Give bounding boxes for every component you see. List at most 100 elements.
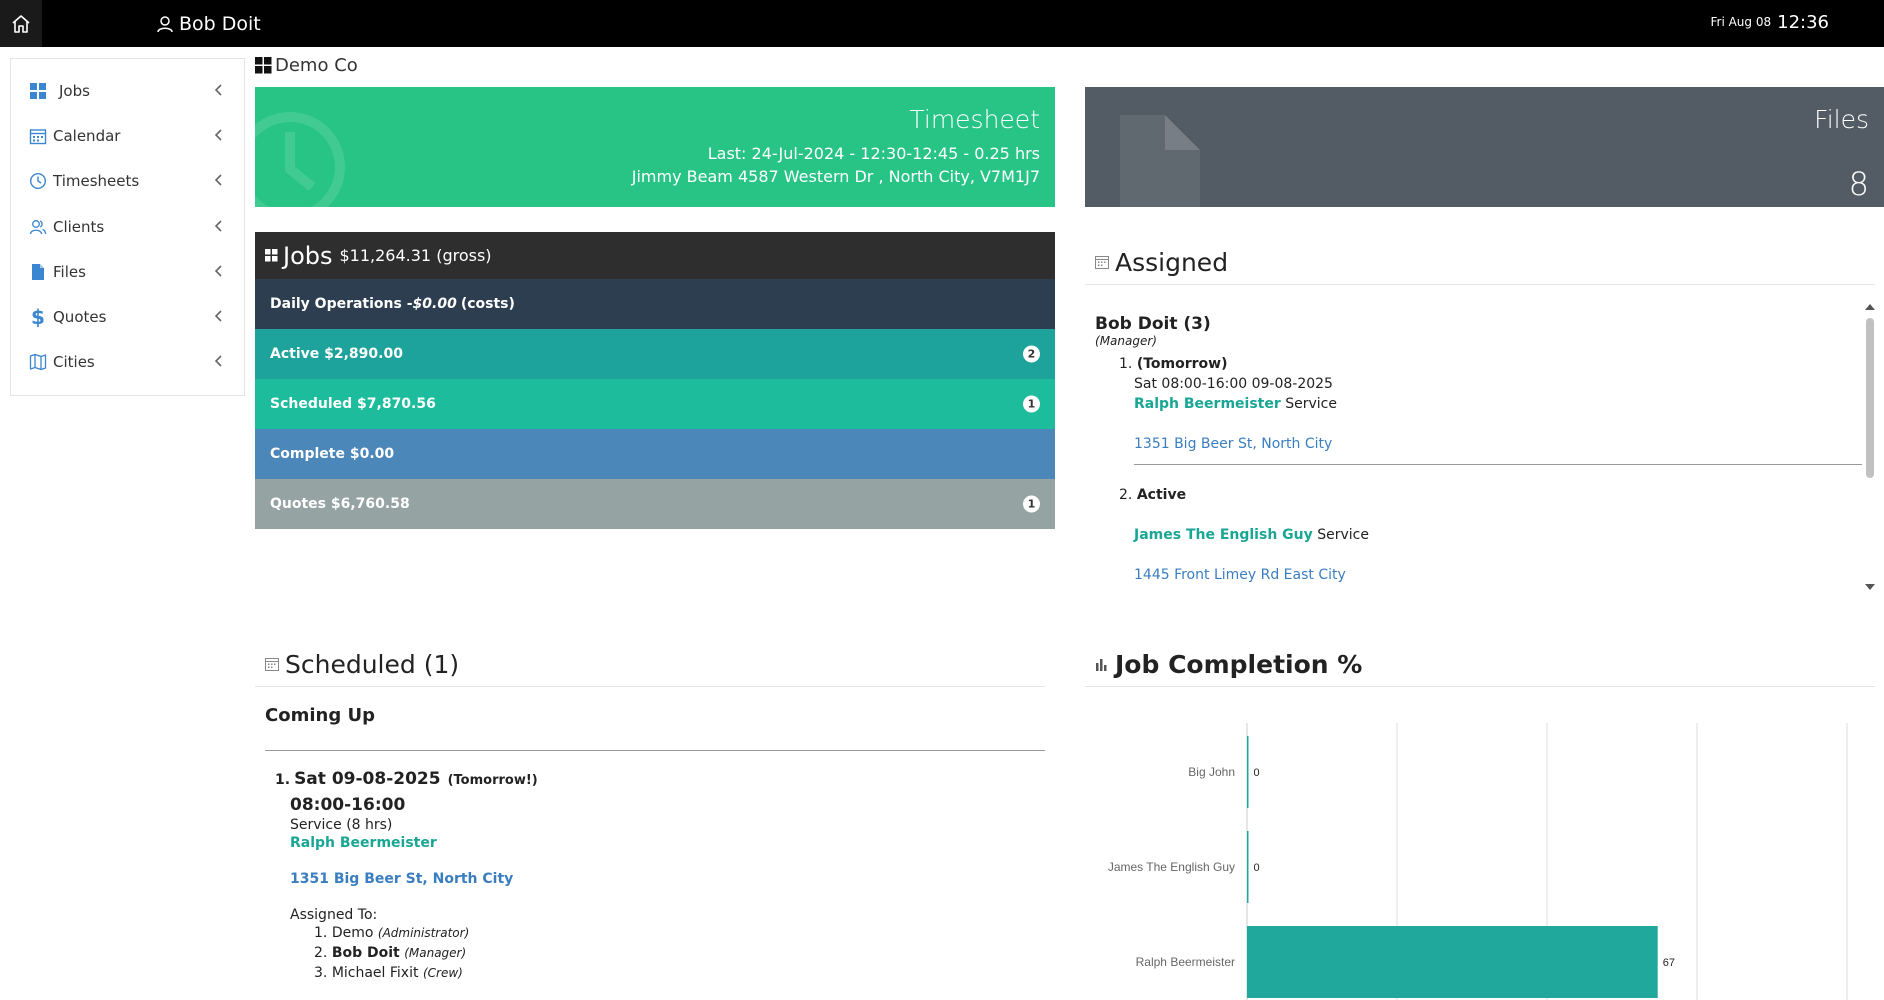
assigned-list[interactable]: Bob Doit (3) (Manager) 1. (Tomorrow) Sat… [1095, 302, 1875, 592]
calendar-icon [1095, 256, 1109, 269]
client-link[interactable]: Ralph Beermeister [290, 835, 1045, 851]
job-row-label: Quotes $6,760.58 [270, 496, 410, 512]
files-card[interactable]: Files 8 [1085, 87, 1884, 207]
job-row-label: Scheduled $7,870.56 [270, 396, 436, 412]
job-row-complete[interactable]: Complete $0.00 [255, 429, 1055, 479]
company-name: Demo Co [275, 55, 358, 76]
dashboard-icon [255, 57, 272, 74]
client-link[interactable]: James The English Guy [1134, 527, 1313, 543]
scheduled-service: Service (8 hrs) [290, 817, 393, 833]
job-row-active[interactable]: Active $2,890.00 2 [255, 329, 1055, 379]
sidebar-item-label: Jobs [59, 81, 90, 100]
item-number: 1. [275, 772, 291, 788]
scheduled-section: Scheduled (1) Coming Up 1. Sat 09-08-202… [255, 642, 1045, 983]
sidebar-item-label: Quotes [53, 308, 107, 327]
sidebar-item-calendar[interactable]: Calendar [11, 113, 244, 158]
item-status: Active [1136, 487, 1187, 503]
sidebar-item-label: Timesheets [53, 172, 140, 191]
chevron-left-icon [214, 308, 224, 326]
sidebar-item-label: Files [53, 262, 86, 281]
clock-watermark-icon [255, 112, 345, 207]
person-role: (Manager) [1095, 334, 1157, 348]
daily-ops-label: Daily Operations - [270, 296, 413, 312]
sidebar-item-label: Clients [53, 217, 105, 236]
completion-title: Job Completion % [1115, 649, 1363, 679]
files-title: Files [1814, 105, 1869, 134]
chart-bar[interactable] [1247, 736, 1249, 808]
address-link[interactable]: 1445 Front Limey Rd East City [1134, 567, 1346, 583]
scheduled-title: Scheduled (1) [285, 649, 460, 679]
clock: Fri Aug 08 12:36 [1710, 0, 1829, 44]
timesheet-card[interactable]: Timesheet Last: 24-Jul-2024 - 12:30-12:4… [255, 87, 1055, 207]
assignee-role-text: Administrator [382, 926, 465, 940]
assignee-role-text: Manager [408, 946, 462, 960]
completion-section: Job Completion % [1085, 642, 1875, 687]
jobs-header: Jobs $11,264.31 (gross) [255, 232, 1055, 279]
scroll-down-icon[interactable] [1865, 584, 1875, 590]
completion-chart: Big John 0 James The English Guy 0 Ralph Bee… [1108, 723, 1848, 1000]
files-count: 8 [1848, 165, 1869, 203]
sidebar-item-timesheets[interactable]: Timesheets [11, 159, 244, 204]
person-name: Bob Doit (3) [1095, 314, 1211, 334]
chart-value-label: 0 [1254, 862, 1260, 874]
dollar-icon: $ [31, 305, 45, 330]
job-row-daily-operations[interactable]: Daily Operations - $0.00 (costs) [255, 279, 1055, 329]
address-link[interactable]: 1351 Big Beer St, North City [290, 871, 1045, 887]
clock-icon [29, 172, 47, 190]
job-row-scheduled[interactable]: Scheduled $7,870.56 1 [255, 379, 1055, 429]
item-number: 1. [1119, 356, 1133, 372]
chart-category-label: Big John [1188, 765, 1235, 779]
clock-time: 12:36 [1777, 11, 1829, 33]
completion-header: Job Completion % [1085, 642, 1875, 687]
assignee-number: 2. [314, 945, 328, 961]
user-menu[interactable]: Bob Doit [156, 0, 261, 47]
count-badge: 2 [1023, 345, 1040, 363]
scroll-thumb[interactable] [1866, 318, 1874, 478]
assigned-scrollbar[interactable] [1863, 302, 1875, 592]
count-badge: 1 [1023, 395, 1040, 413]
chart-bar[interactable] [1247, 926, 1658, 998]
chart-category-label: Ralph Beermeister [1136, 955, 1235, 969]
jobs-gross: $11,264.31 (gross) [339, 246, 492, 265]
home-button[interactable] [0, 0, 42, 47]
person-role-text: Manager [1099, 334, 1153, 348]
sidebar-item-jobs[interactable]: Jobs [11, 68, 244, 113]
clock-date: Fri Aug 08 [1710, 15, 1772, 29]
assigned-header: Assigned [1085, 240, 1875, 285]
daily-ops-amount: $0.00 [412, 296, 457, 312]
assigned-title: Assigned [1115, 247, 1229, 277]
sidebar-item-clients[interactable]: Clients [11, 204, 244, 249]
job-row-label: Complete $0.00 [270, 446, 395, 462]
assignee-role: (Crew) [422, 966, 463, 980]
address-link[interactable]: 1351 Big Beer St, North City [1134, 436, 1332, 452]
assignee-name: Bob Doit [331, 945, 400, 961]
job-row-quotes[interactable]: Quotes $6,760.58 1 [255, 479, 1055, 529]
file-watermark-icon [1120, 115, 1200, 207]
assignee-item: 3. Michael Fixit (Crew) [314, 963, 1045, 983]
chevron-left-icon [214, 353, 224, 371]
scheduled-tag: (Tomorrow!) [447, 773, 538, 788]
timesheet-last-entry: Last: 24-Jul-2024 - 12:30-12:45 - 0.25 h… [707, 144, 1040, 163]
sidebar-item-quotes[interactable]: $ Quotes [11, 294, 244, 339]
scheduled-time: 08:00-16:00 [290, 795, 406, 815]
assignee-item: 1. Demo (Administrator) [314, 923, 1045, 943]
item-service: Service [1317, 527, 1369, 543]
assigned-to-label: Assigned To: [290, 907, 378, 923]
timesheet-location: Jimmy Beam 4587 Western Dr , North City,… [631, 167, 1040, 186]
list-item: 1. Sat 09-08-2025 (Tomorrow!) 08:00-16:0… [275, 769, 1045, 983]
chart-category-label: James The English Guy [1108, 860, 1235, 874]
sidebar-item-label: Cities [53, 353, 95, 372]
scroll-up-icon[interactable] [1865, 304, 1875, 310]
client-link[interactable]: Ralph Beermeister [1134, 396, 1281, 412]
assignee-name: Michael Fixit [331, 965, 419, 981]
scheduled-date: Sat 09-08-2025 [294, 769, 441, 789]
assignee-item: 2. Bob Doit (Manager) [314, 943, 1045, 963]
jobs-panel: Jobs $11,264.31 (gross) Daily Operations… [255, 232, 1055, 529]
chart-bar[interactable] [1247, 831, 1249, 903]
item-when: Sat 08:00-16:00 09-08-2025 [1134, 376, 1333, 392]
sidebar-item-files[interactable]: Files [11, 249, 244, 294]
sidebar-item-cities[interactable]: Cities [11, 340, 244, 385]
grid-icon [29, 82, 47, 100]
map-icon [29, 353, 47, 371]
chevron-left-icon [214, 127, 224, 145]
